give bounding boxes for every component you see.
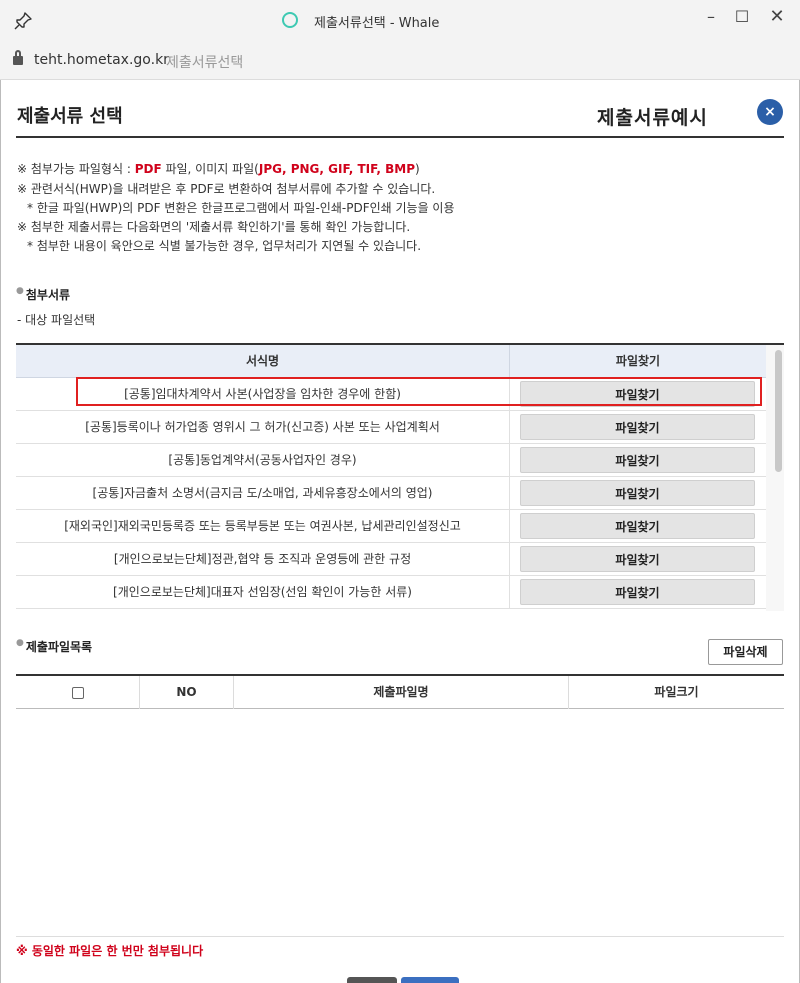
confirm-button[interactable] (401, 977, 459, 983)
form-name: [개인으로보는단체]정관,협약 등 조직과 운영등에 관한 규정 (16, 543, 510, 576)
table-row: [공통]자금출처 소명서(금지금 도/소매업, 과세유흥장소에서의 영업) 파일… (16, 477, 766, 510)
window-title: 제출서류선택 - Whale (314, 16, 440, 31)
submission-section-title: ● 제출파일목록 (16, 638, 93, 654)
target-file-label: - 대상 파일선택 (17, 313, 96, 327)
form-name: [공통]동업계약서(공동사업자인 경우) (16, 444, 510, 477)
select-all-checkbox[interactable] (71, 686, 84, 699)
column-no: NO (140, 676, 234, 709)
find-file-button[interactable]: 파일찾기 (520, 513, 755, 539)
note-confirm: ※ 첨부한 제출서류는 다음화면의 '제출서류 확인하기'를 통해 확인 가능합… (17, 220, 411, 234)
document-example-link[interactable]: 제출서류예시 (597, 103, 708, 130)
address-bar: teht.hometax.go.kr 제출서류선택 (0, 42, 800, 80)
whale-logo-icon (282, 12, 298, 28)
window-close-button[interactable]: ✕ (764, 6, 790, 28)
maximize-button[interactable]: ☐ (729, 6, 755, 28)
bullet-icon: ● (16, 286, 24, 296)
select-all-cell (16, 676, 140, 709)
note-file-format: ※ 첨부가능 파일형식 : PDF 파일, 이미지 파일(JPG, PNG, G… (17, 162, 420, 176)
note-hwp-method: * 한글 파일(HWP)의 PDF 변환은 한글프로그램에서 파일-인쇄-PDF… (27, 201, 455, 215)
table-row: [재외국인]재외국민등록증 또는 등록부등본 또는 여권사본, 납세관리인설정신… (16, 510, 766, 543)
close-icon[interactable]: × (757, 99, 783, 125)
form-name: [공통]자금출처 소명서(금지금 도/소매업, 과세유흥장소에서의 영업) (16, 477, 510, 510)
find-file-button[interactable]: 파일찾기 (520, 546, 755, 572)
form-name: [개인으로보는단체]대표자 선임장(선임 확인이 가능한 서류) (16, 576, 510, 609)
form-name: [공통]등록이나 허가업종 영위시 그 허가(신고증) 사본 또는 사업계획서 (16, 411, 510, 444)
note-hwp-convert: ※ 관련서식(HWP)을 내려받은 후 PDF로 변환하여 첨부서류에 추가할 … (17, 182, 436, 196)
attachments-section-title: ● 첨부서류 (16, 286, 71, 302)
table-row: [공통]등록이나 허가업종 영위시 그 허가(신고증) 사본 또는 사업계획서 … (16, 411, 766, 444)
highlight-box (76, 377, 762, 406)
attachment-table-header: 서식명 파일찾기 (16, 345, 766, 378)
note-delay: * 첨부한 내용이 육안으로 식별 불가능한 경우, 업무처리가 지연될 수 있… (27, 239, 422, 253)
find-file-button[interactable]: 파일찾기 (520, 579, 755, 605)
table-row: [공통]동업계약서(공동사업자인 경우) 파일찾기 (16, 444, 766, 477)
minimize-button[interactable]: – (698, 6, 724, 28)
address-page-name: 제출서류선택 (166, 55, 244, 71)
scrollbar-thumb[interactable] (775, 350, 782, 472)
column-form-name: 서식명 (16, 345, 510, 378)
title-bar: 제출서류선택 - Whale – ☐ ✕ (0, 0, 800, 42)
table-row: [개인으로보는단체]대표자 선임장(선임 확인이 가능한 서류) 파일찾기 (16, 576, 766, 609)
footer-divider (16, 936, 784, 937)
cancel-button[interactable] (347, 977, 397, 983)
duplicate-file-warning: ※ 동일한 파일은 한 번만 첨부됩니다 (16, 944, 204, 958)
submission-table: NO 제출파일명 파일크기 (16, 674, 784, 709)
column-filesize: 파일크기 (654, 685, 699, 699)
find-file-button[interactable]: 파일찾기 (520, 480, 755, 506)
find-file-button[interactable]: 파일찾기 (520, 414, 755, 440)
find-file-button[interactable]: 파일찾기 (520, 447, 755, 473)
column-find-file: 파일찾기 (615, 354, 661, 368)
pin-icon[interactable] (12, 10, 34, 32)
page-title: 제출서류 선택 (17, 106, 123, 127)
column-filename: 제출파일명 (234, 676, 569, 709)
bullet-icon: ● (16, 638, 24, 648)
delete-file-button[interactable]: 파일삭제 (708, 639, 783, 665)
address-domain[interactable]: teht.hometax.go.kr (34, 52, 169, 68)
form-name: [재외국인]재외국민등록증 또는 등록부등본 또는 여권사본, 납세관리인설정신… (16, 510, 510, 543)
title-divider (16, 136, 784, 138)
window-border-left (0, 80, 1, 983)
popup-window: 제출서류선택 - Whale – ☐ ✕ teht.hometax.go.kr … (0, 0, 800, 983)
lock-icon[interactable] (13, 50, 23, 65)
table-row: [개인으로보는단체]정관,협약 등 조직과 운영등에 관한 규정 파일찾기 (16, 543, 766, 576)
